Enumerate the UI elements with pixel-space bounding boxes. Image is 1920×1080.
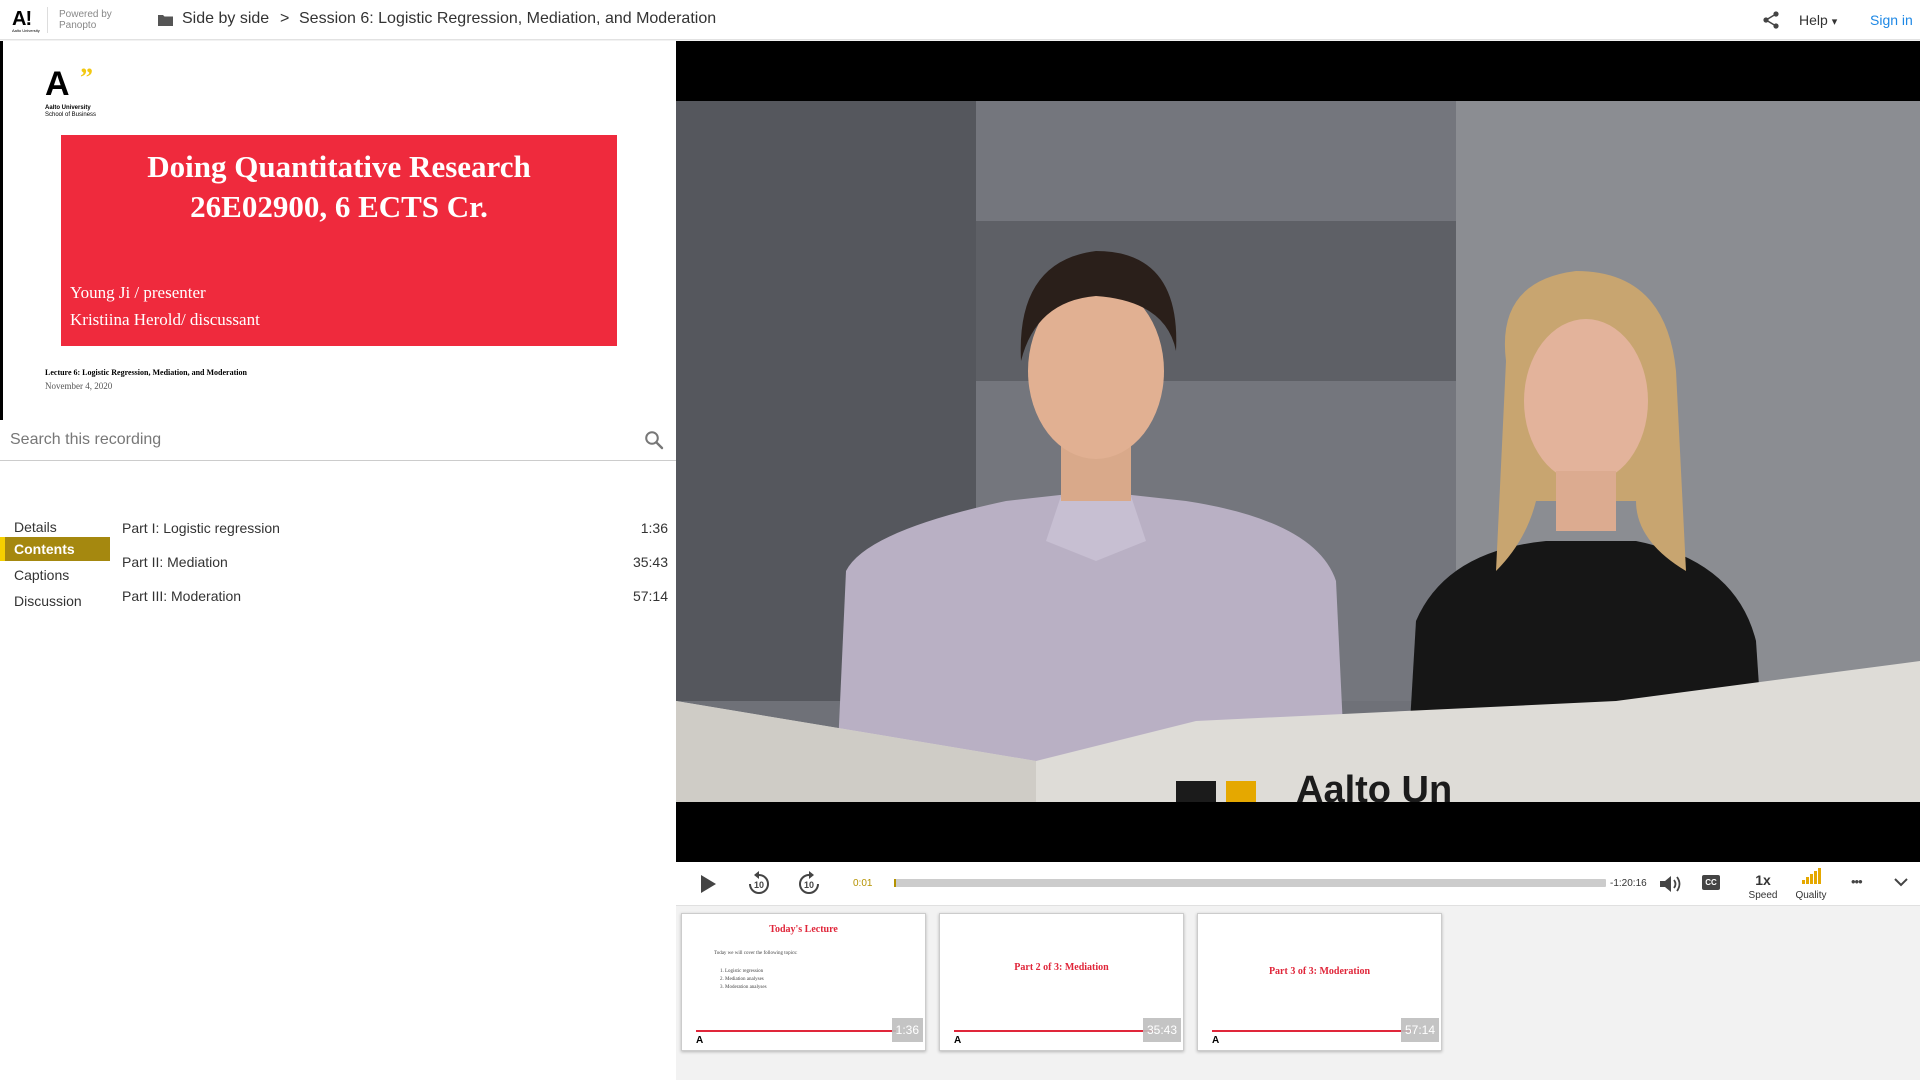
slide-title-line2: 26E02900, 6 ECTS Cr.	[190, 189, 488, 224]
video-frame: Aalto Un	[676, 101, 1920, 802]
more-options-icon[interactable]: •••	[1851, 874, 1863, 889]
player-controls: 10 10 0:01 -1:20:16 CC 1x Speed Quality …	[676, 862, 1920, 906]
thumbnail-title: Part 3 of 3: Moderation	[1268, 966, 1371, 977]
quality-signal-icon[interactable]	[1802, 868, 1822, 884]
help-menu-button[interactable]: Help ▾	[1799, 12, 1837, 28]
slide-university-name: Aalto University School of Business	[45, 105, 96, 119]
logo-divider	[47, 7, 48, 33]
podium-sign-text: Aalto Un	[1296, 769, 1452, 802]
contents-item-title: Part I: Logistic regression	[122, 520, 280, 536]
progress-fill	[894, 879, 896, 887]
thumbnail-title: Part 2 of 3: Mediation	[1014, 962, 1109, 973]
svg-text:10: 10	[754, 880, 764, 890]
progress-bar[interactable]	[894, 879, 1606, 887]
powered-by-label: Powered by	[59, 9, 112, 20]
chevron-down-icon: ▾	[1831, 16, 1838, 28]
slide-presenters: Young Ji / presenter Kristiina Herold/ d…	[70, 279, 260, 333]
share-icon[interactable]	[1761, 10, 1781, 30]
breadcrumb-session-title: Session 6: Logistic Regression, Mediatio…	[299, 10, 717, 27]
contents-item-title: Part III: Moderation	[122, 588, 242, 604]
aalto-logo-subtitle: Aalto University	[12, 28, 40, 33]
thumbnail-rule	[696, 1030, 896, 1032]
search-input[interactable]	[10, 428, 610, 452]
slide-university: Aalto University	[45, 105, 91, 111]
thumbnail-time: 35:43	[1142, 1018, 1181, 1042]
thumbnail-title: Today's Lecture	[769, 924, 838, 935]
contents-item-time: 1:36	[640, 520, 668, 536]
forward-10-icon[interactable]: 10	[796, 871, 822, 897]
time-elapsed: 0:01	[853, 878, 873, 889]
speed-label: Speed	[1748, 890, 1778, 901]
slide-title-line1: Doing Quantitative Research	[147, 149, 531, 184]
rewind-10-icon[interactable]: 10	[746, 871, 772, 897]
closed-captions-button[interactable]: CC	[1702, 875, 1720, 890]
contents-item-time: 57:14	[632, 588, 668, 604]
slide-thumbnail[interactable]: Today's Lecture Today we will cover the …	[681, 913, 926, 1051]
top-bar: A! Aalto University Powered by Panopto S…	[0, 0, 1920, 40]
sign-in-link[interactable]: Sign in	[1870, 12, 1913, 28]
tab-discussion[interactable]: Discussion	[0, 589, 110, 613]
thumbnail-time: 1:36	[891, 1018, 923, 1042]
slide-viewer[interactable]: A ” Aalto University School of Business …	[0, 41, 676, 420]
time-remaining: -1:20:16	[1610, 878, 1647, 889]
thumbnail-rule	[1212, 1030, 1412, 1032]
slide-discussant: Kristiina Herold/ discussant	[70, 310, 260, 329]
thumbnail-list: 1. Logistic regression 2. Mediation anal…	[720, 969, 767, 990]
slide-school: School of Business	[45, 112, 97, 118]
slide-lecture-title: Lecture 6: Logistic Regression, Mediatio…	[45, 368, 247, 377]
folder-icon	[158, 15, 173, 26]
play-icon[interactable]	[698, 874, 718, 894]
tab-details[interactable]: Details	[0, 515, 110, 539]
contents-item[interactable]: Part I: Logistic regression 1:36	[122, 515, 668, 539]
thumbnail-logo: A	[696, 1035, 704, 1046]
slide-thumbnail[interactable]: Part 2 of 3: Mediation A 35:43	[939, 913, 1184, 1051]
tab-contents[interactable]: Contents	[0, 537, 110, 561]
breadcrumb-folder-link[interactable]: Side by side	[182, 10, 269, 28]
panopto-label: Panopto	[59, 20, 97, 31]
slide-title: Doing Quantitative Research 26E02900, 6 …	[61, 147, 617, 227]
contents-item-time: 35:43	[632, 554, 668, 570]
help-label: Help	[1799, 12, 1828, 28]
breadcrumb-chevron: >	[280, 10, 290, 27]
video-scene: Aalto Un	[676, 101, 1920, 802]
tab-captions[interactable]: Captions	[0, 563, 110, 587]
slide-presenter: Young Ji / presenter	[70, 283, 206, 302]
slide-date: November 4, 2020	[45, 381, 113, 391]
thumbnail-logo: A	[1212, 1035, 1220, 1046]
thumbnail-logo: A	[954, 1035, 962, 1046]
contents-item[interactable]: Part II: Mediation 35:43	[122, 549, 668, 573]
left-panel: A ” Aalto University School of Business …	[0, 41, 676, 1080]
thumbnail-intro: Today we will cover the following topics…	[714, 951, 798, 956]
svg-text:10: 10	[804, 880, 814, 890]
video-player[interactable]: Aalto Un	[676, 41, 1920, 862]
powered-by-panopto: Powered by Panopto	[59, 9, 112, 31]
thumbnail-time: 57:14	[1400, 1018, 1439, 1042]
contents-item[interactable]: Part III: Moderation 57:14	[122, 583, 668, 607]
volume-icon[interactable]	[1659, 874, 1683, 894]
slide-aalto-logo: A	[45, 65, 70, 103]
slide-thumbnail[interactable]: Part 3 of 3: Moderation A 57:14	[1197, 913, 1442, 1051]
quality-label: Quality	[1795, 890, 1827, 901]
search-bar	[0, 420, 676, 461]
speed-value[interactable]: 1x	[1743, 872, 1783, 888]
slide-thumbnails: Today's Lecture Today we will cover the …	[676, 906, 1920, 1080]
thumbnail-rule	[954, 1030, 1154, 1032]
slide-aalto-logo-mark: ”	[80, 63, 93, 92]
contents-item-title: Part II: Mediation	[122, 554, 228, 570]
chevron-down-icon[interactable]	[1894, 877, 1908, 887]
slide-title-banner: Doing Quantitative Research 26E02900, 6 …	[61, 135, 617, 346]
search-icon[interactable]	[644, 430, 664, 450]
